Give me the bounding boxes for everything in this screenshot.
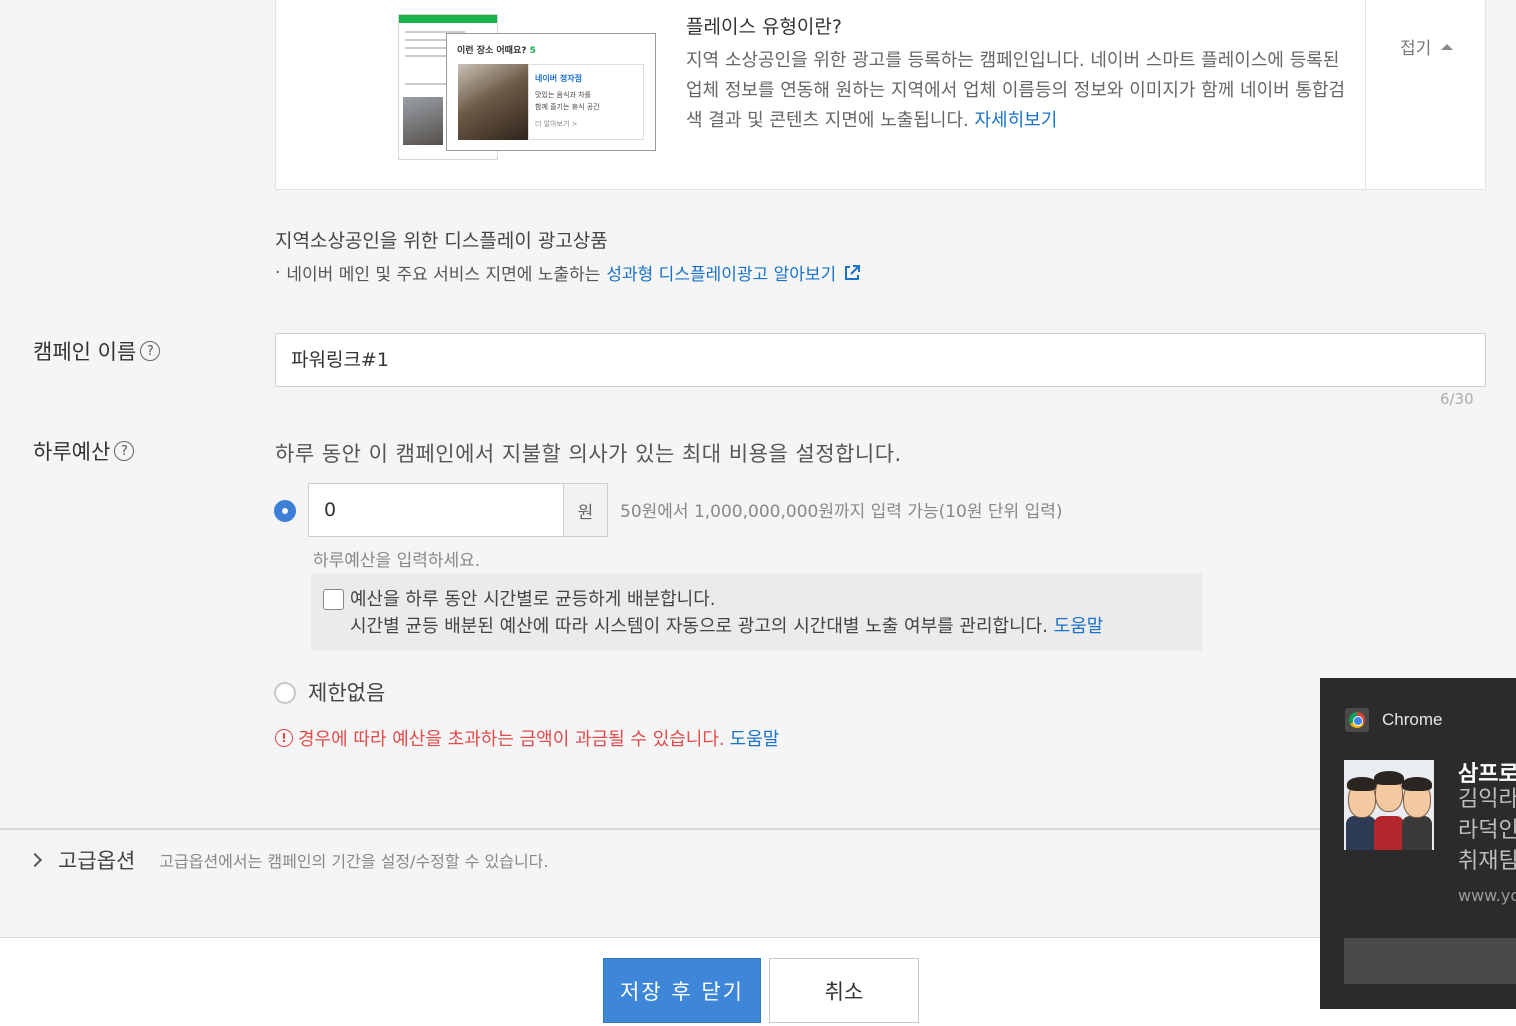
- budget-amount-radio[interactable]: [274, 500, 296, 522]
- notification-body: 김익라 라덕인 취재팀: [1458, 787, 1516, 874]
- even-distribution-checkbox[interactable]: [323, 589, 344, 610]
- display-ad-link[interactable]: 성과형 디스플레이광고 알아보기: [606, 260, 836, 285]
- campaign-name-label: 캠페인 이름 ?: [33, 336, 161, 366]
- advanced-options-toggle[interactable]: 고급옵션 고급옵션에서는 캠페인의 기간을 설정/수정할 수 있습니다.: [27, 845, 549, 875]
- distribution-help-link[interactable]: 도움말: [1054, 616, 1104, 637]
- budget-range-hint: 50원에서 1,000,000,000원까지 입력 가능(10원 단위 입력): [620, 502, 1063, 522]
- campaign-name-input[interactable]: 파워링크#1: [275, 333, 1486, 387]
- overcharge-warning: ! 경우에 따라 예산을 초과하는 금액이 과금될 수 있습니다. 도움말: [275, 725, 779, 751]
- display-ad-bullet: · 네이버 메인 및 주요 서비스 지면에 노출하는 성과형 디스플레이광고 알…: [275, 260, 862, 285]
- budget-validation-message: 하루예산을 입력하세요.: [313, 551, 481, 571]
- help-icon[interactable]: ?: [140, 341, 161, 361]
- warning-help-link[interactable]: 도움말: [730, 725, 780, 751]
- daily-budget-description: 하루 동안 이 캠페인에서 지불할 의사가 있는 최대 비용을 설정합니다.: [275, 442, 902, 466]
- notification-action-button[interactable]: [1344, 938, 1516, 984]
- info-box-divider: [1365, 0, 1366, 190]
- budget-amount-input[interactable]: 0: [308, 483, 564, 537]
- char-counter: 6/30: [1440, 390, 1474, 408]
- notification-app-name: Chrome: [1382, 710, 1443, 729]
- place-type-title: 플레이스 유형이란?: [686, 16, 842, 38]
- caret-up-icon: [1441, 43, 1454, 50]
- even-distribution-note: 시간별 균등 배분된 예산에 따라 시스템이 자동으로 광고의 시간대별 노출 …: [350, 616, 1104, 637]
- display-ad-title: 지역소상공인을 위한 디스플레이 광고상품: [275, 230, 608, 252]
- warning-icon: !: [275, 729, 293, 747]
- learn-more-link[interactable]: 자세히보기: [974, 110, 1057, 131]
- section-divider: [0, 828, 1516, 830]
- external-link-icon[interactable]: [842, 263, 862, 283]
- chevron-right-icon: [27, 852, 43, 868]
- unlimited-radio[interactable]: [274, 682, 296, 704]
- notification-thumbnail: [1344, 760, 1434, 850]
- notification-header: Chrome: [1345, 708, 1442, 732]
- chrome-icon: [1345, 708, 1369, 732]
- chrome-notification[interactable]: Chrome 삼프로 김익라 라덕인 취재팀 www.yo: [1320, 678, 1516, 1009]
- daily-budget-label: 하루예산 ?: [33, 436, 135, 466]
- cancel-button[interactable]: 취소: [769, 958, 919, 1023]
- help-icon[interactable]: ?: [114, 441, 135, 461]
- currency-unit: 원: [563, 483, 608, 537]
- save-and-close-button[interactable]: 저장 후 닫기: [603, 958, 761, 1023]
- collapse-button[interactable]: 접기: [1400, 34, 1454, 59]
- advanced-options-description: 고급옵션에서는 캠페인의 기간을 설정/수정할 수 있습니다.: [159, 852, 549, 871]
- even-distribution-label: 예산을 하루 동안 시간별로 균등하게 배분합니다.: [350, 589, 716, 610]
- notification-url: www.yo: [1458, 886, 1516, 905]
- advanced-options-label: 고급옵션: [58, 849, 136, 873]
- unlimited-label: 제한없음: [308, 681, 386, 705]
- place-ad-preview-image: 이런 장소 어때요? 5 네이버 정자점 맛있는 음식과 차를 함께 즐기는 휴식…: [446, 33, 656, 151]
- place-type-description: 지역 소상공인을 위한 광고를 등록하는 캠페인입니다. 네이버 스마트 플레이…: [686, 50, 1346, 131]
